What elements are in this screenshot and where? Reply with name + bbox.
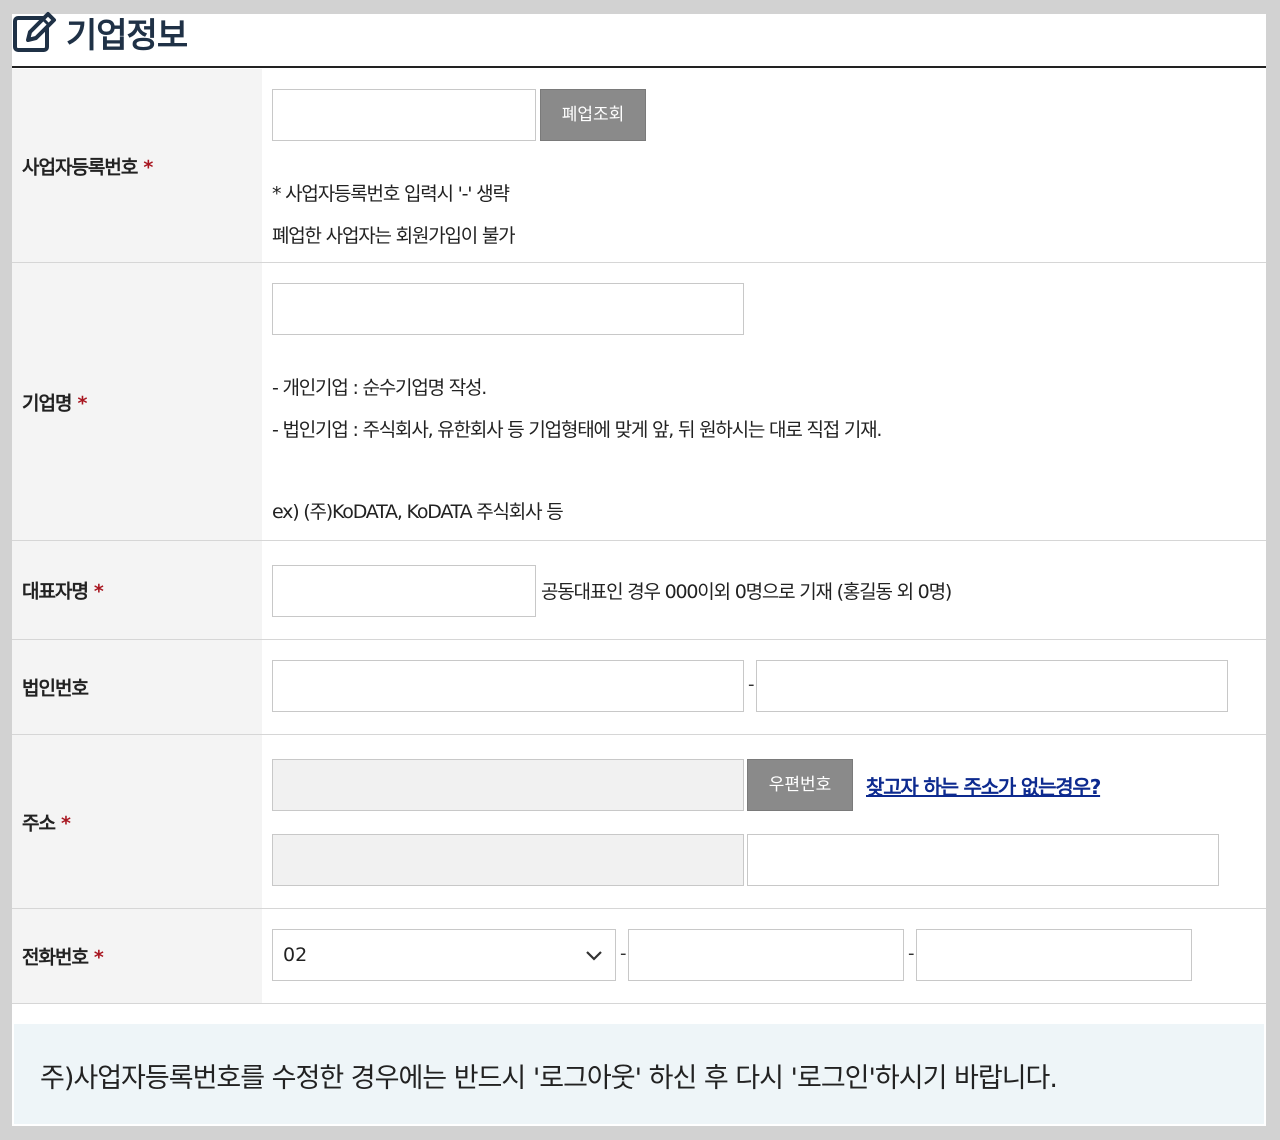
address-help-link[interactable]: 찾고자 하는 주소가 없는경우? bbox=[866, 771, 1101, 800]
label-cell: 대표자명 * bbox=[12, 541, 262, 639]
field-label: 전화번호 * bbox=[22, 946, 104, 969]
row-corp-no: 법인번호 - bbox=[12, 640, 1266, 735]
chevron-down-icon bbox=[586, 951, 602, 961]
area-code-value: 02 bbox=[283, 944, 308, 966]
required-mark: * bbox=[93, 946, 104, 969]
phone-separator-1: - bbox=[620, 943, 627, 964]
required-mark: * bbox=[143, 156, 153, 178]
biz-reg-note-1: * 사업자등록번호 입력시 '-' 생략 bbox=[272, 183, 510, 205]
corp-no-separator: - bbox=[748, 674, 755, 695]
field-label: 기업명 * bbox=[22, 392, 87, 414]
edit-icon bbox=[13, 12, 56, 52]
company-name-note-1: - 개인기업 : 순수기업명 작성. bbox=[272, 377, 487, 399]
ceo-name-input[interactable] bbox=[272, 565, 536, 617]
postcode-input[interactable] bbox=[272, 759, 744, 811]
phone-part3-input[interactable] bbox=[916, 929, 1192, 981]
area-code-select[interactable]: 02 bbox=[272, 929, 616, 981]
notice-box: 주)사업자등록번호를 수정한 경우에는 반드시 '로그아웃' 하신 후 다시 '… bbox=[14, 1024, 1264, 1124]
label-cell: 법인번호 bbox=[12, 640, 262, 734]
company-name-note-2: - 법인기업 : 주식회사, 유한회사 등 기업형태에 맞게 앞, 뒤 원하시는… bbox=[272, 419, 882, 441]
ceo-name-note: 공동대표인 경우 000이외 0명으로 기재 (홍길동 외 0명) bbox=[541, 581, 952, 603]
row-phone: 전화번호 * 02 - - bbox=[12, 909, 1266, 1004]
corp-no-part2-input[interactable] bbox=[756, 660, 1228, 712]
postcode-search-button[interactable]: 우편번호 bbox=[747, 759, 853, 811]
label-cell: 사업자등록번호 * bbox=[12, 69, 262, 262]
field-label: 법인번호 bbox=[22, 677, 89, 700]
required-mark: * bbox=[93, 580, 104, 603]
address1-input[interactable] bbox=[272, 834, 744, 886]
row-address: 주소 * 우편번호 찾고자 하는 주소가 없는경우? bbox=[12, 735, 1266, 909]
phone-separator-2: - bbox=[908, 943, 915, 964]
label-cell: 주소 * bbox=[12, 735, 262, 908]
field-label: 주소 * bbox=[22, 812, 71, 834]
label-cell: 전화번호 * bbox=[12, 909, 262, 1003]
row-company-name: 기업명 * - 개인기업 : 순수기업명 작성. - 법인기업 : 주식회사, 유… bbox=[12, 263, 1266, 541]
company-name-input[interactable] bbox=[272, 283, 744, 335]
field-label: 대표자명 * bbox=[22, 580, 104, 603]
closure-check-button[interactable]: 폐업조회 bbox=[540, 89, 646, 141]
phone-part2-input[interactable] bbox=[628, 929, 904, 981]
company-name-note-3: ex) (주)KoDATA, KoDATA 주식회사 등 bbox=[272, 501, 564, 523]
row-biz-reg-no: 사업자등록번호 * 폐업조회 * 사업자등록번호 입력시 '-' 생략 폐업한 사… bbox=[12, 69, 1266, 263]
biz-reg-no-input[interactable] bbox=[272, 89, 536, 141]
required-mark: * bbox=[77, 392, 87, 414]
notice-text: 주)사업자등록번호를 수정한 경우에는 반드시 '로그아웃' 하신 후 다시 '… bbox=[40, 1063, 1058, 1094]
field-label: 사업자등록번호 * bbox=[22, 156, 153, 178]
row-ceo-name: 대표자명 * 공동대표인 경우 000이외 0명으로 기재 (홍길동 외 0명) bbox=[12, 541, 1266, 640]
biz-reg-note-2: 폐업한 사업자는 회원가입이 불가 bbox=[272, 225, 516, 247]
label-cell: 기업명 * bbox=[12, 263, 262, 540]
corp-no-part1-input[interactable] bbox=[272, 660, 744, 712]
required-mark: * bbox=[60, 812, 71, 834]
section-title: 기업정보 bbox=[66, 16, 188, 56]
company-info-panel: 기업정보 사업자등록번호 * 폐업조회 * 사업자등록번호 입력시 '-' 생략 … bbox=[12, 12, 1266, 1126]
address2-input[interactable] bbox=[747, 834, 1219, 886]
section-header: 기업정보 bbox=[12, 12, 1266, 68]
